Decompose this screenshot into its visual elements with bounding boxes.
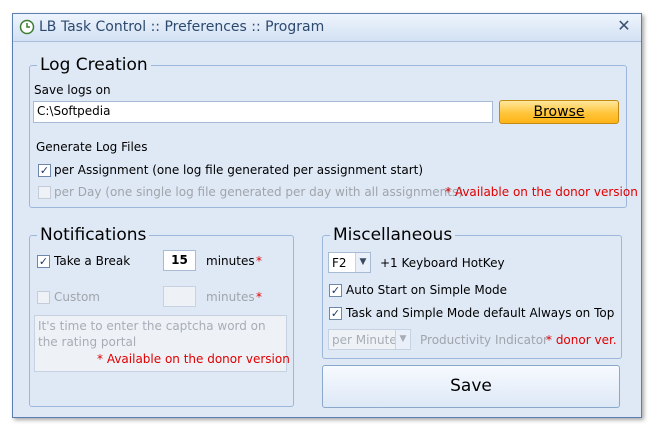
title-bar: LB Task Control :: Preferences :: Progra… [13, 14, 641, 42]
take-break-label: Take a Break [54, 254, 131, 268]
preferences-window: LB Task Control :: Preferences :: Progra… [12, 13, 642, 418]
close-icon[interactable]: ✕ [615, 17, 633, 35]
take-break-checkbox[interactable]: ✓ [37, 255, 50, 268]
browse-button[interactable]: Browse [499, 100, 619, 124]
always-top-label: Task and Simple Mode default Always on T… [346, 306, 615, 320]
save-logs-label: Save logs on [34, 83, 111, 97]
log-path-input[interactable]: C:\Softpedia [33, 101, 493, 123]
always-top-checkbox[interactable]: ✓ [329, 307, 342, 320]
chevron-down-icon: ▼ [355, 253, 370, 272]
break-asterisk: * [256, 254, 262, 268]
custom-minutes-unit: minutes [206, 290, 255, 304]
custom-checkbox[interactable] [37, 291, 50, 304]
custom-minutes-input[interactable] [163, 286, 196, 307]
productivity-select-value: per Minute [332, 333, 397, 347]
break-minutes-input[interactable]: 15 [163, 250, 196, 271]
hotkey-select[interactable]: F2 ▼ [328, 252, 371, 273]
per-day-label: per Day (one single log file generated p… [54, 185, 463, 199]
productivity-select[interactable]: per Minute ▼ [328, 329, 411, 350]
productivity-label: Productivity Indicator [420, 333, 548, 347]
task-clock-icon [19, 19, 35, 35]
per-assignment-checkbox[interactable]: ✓ [38, 164, 51, 177]
donor-note-notifications: * Available on the donor version [97, 352, 290, 366]
miscellaneous-legend: Miscellaneous [330, 225, 456, 245]
notifications-legend: Notifications [37, 225, 150, 245]
custom-label: Custom [54, 290, 100, 304]
log-creation-legend: Log Creation [37, 55, 151, 75]
save-button[interactable]: Save [322, 365, 620, 408]
per-assignment-label: per Assignment (one log file generated p… [54, 163, 424, 177]
notification-message-text: It's time to enter the captcha word on t… [38, 319, 266, 349]
break-minutes-unit: minutes [206, 254, 255, 268]
productivity-donor-note: * donor ver. [546, 333, 617, 347]
per-day-checkbox[interactable] [38, 186, 51, 199]
auto-start-label: Auto Start on Simple Mode [346, 283, 508, 297]
hotkey-label: +1 Keyboard HotKey [380, 256, 505, 270]
window-title: LB Task Control :: Preferences :: Progra… [39, 19, 325, 35]
generate-log-files-label: Generate Log Files [36, 140, 148, 154]
donor-note-log: * Available on the donor version [445, 185, 638, 199]
hotkey-value: F2 [332, 256, 347, 270]
chevron-down-icon: ▼ [395, 330, 410, 349]
auto-start-checkbox[interactable]: ✓ [329, 284, 342, 297]
custom-asterisk: * [256, 290, 262, 304]
